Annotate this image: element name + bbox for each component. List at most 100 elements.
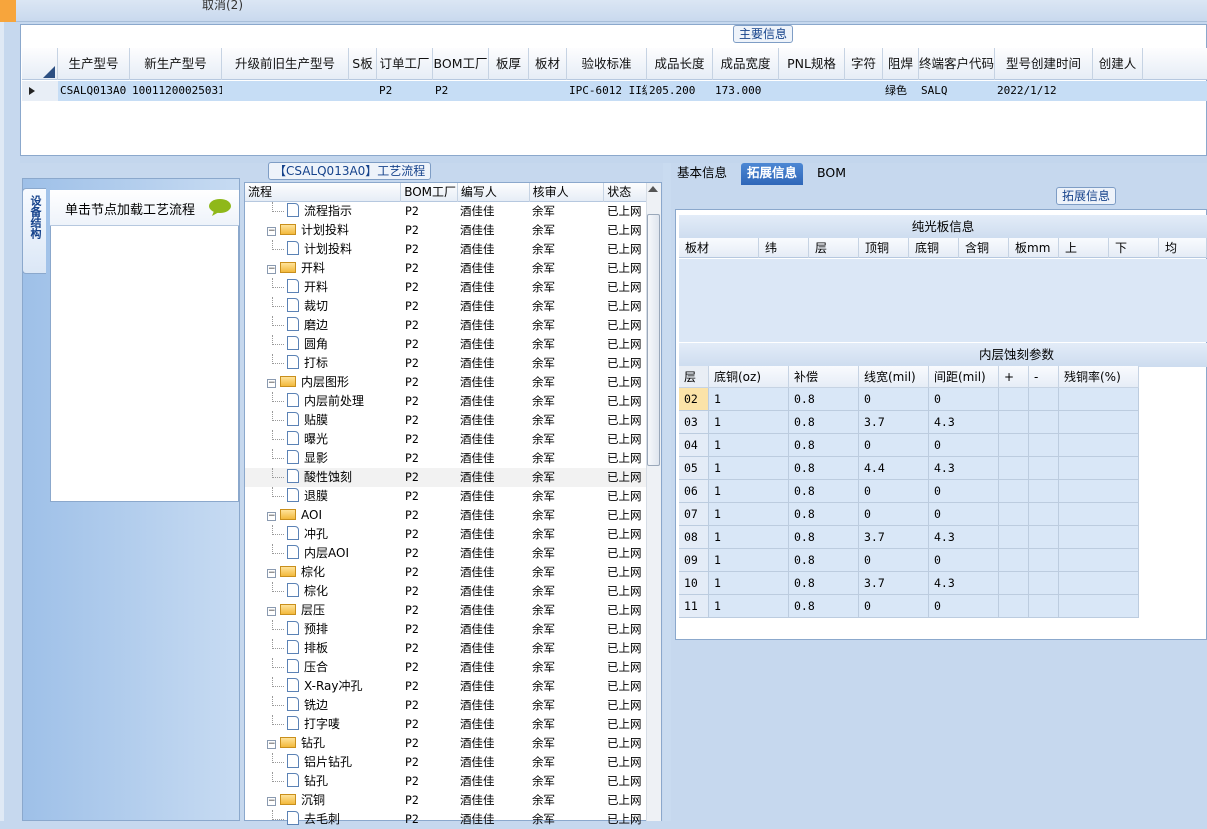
etch-cell[interactable]: 1	[709, 480, 789, 503]
tree-row[interactable]: 打标 P2 酒佳佳 余军 已上网	[245, 354, 647, 373]
etch-cell[interactable]	[1059, 480, 1139, 503]
plain-col-header[interactable]: 板材	[679, 238, 759, 258]
etch-cell[interactable]: 1	[709, 457, 789, 480]
etch-cell[interactable]: 3.7	[859, 572, 929, 595]
main-cell[interactable]: 173.000	[713, 81, 779, 101]
etch-cell[interactable]	[999, 526, 1029, 549]
etch-cell[interactable]	[999, 411, 1029, 434]
tree-node[interactable]: 裁切	[245, 297, 402, 316]
etch-cell[interactable]: 1	[709, 503, 789, 526]
etch-cell[interactable]: 0	[929, 549, 999, 572]
etch-cell[interactable]	[1029, 595, 1059, 618]
tree-node[interactable]: 棕化	[245, 582, 402, 601]
main-cell[interactable]	[489, 81, 529, 101]
main-col-header[interactable]: 创建人	[1093, 48, 1143, 80]
etch-cell[interactable]	[999, 572, 1029, 595]
tree-node[interactable]: − 钻孔	[245, 734, 402, 753]
etch-cell[interactable]	[1029, 549, 1059, 572]
etch-cell[interactable]: 1	[709, 434, 789, 457]
tree-node[interactable]: 开料	[245, 278, 402, 297]
etch-cell[interactable]: 0	[929, 434, 999, 457]
tree-row[interactable]: 圆角 P2 酒佳佳 余军 已上网	[245, 335, 647, 354]
tree-node[interactable]: 钻孔	[245, 772, 402, 791]
horizontal-splitter[interactable]	[20, 156, 1207, 163]
etch-cell[interactable]: 1	[709, 388, 789, 411]
main-cell[interactable]	[779, 81, 845, 101]
cancel-label[interactable]: 取消(2)	[202, 0, 243, 13]
main-cell[interactable]: 205.200	[647, 81, 713, 101]
tree-row[interactable]: 退膜 P2 酒佳佳 余军 已上网	[245, 487, 647, 506]
etch-cell[interactable]: 0.8	[789, 503, 859, 526]
tree-node[interactable]: − 内层图形	[245, 373, 402, 392]
tree-row[interactable]: 曝光 P2 酒佳佳 余军 已上网	[245, 430, 647, 449]
main-cell[interactable]	[1093, 81, 1143, 101]
main-cell[interactable]: P2	[433, 81, 489, 101]
tree-row[interactable]: X-Ray冲孔 P2 酒佳佳 余军 已上网	[245, 677, 647, 696]
etch-cell[interactable]	[1029, 457, 1059, 480]
tree-row[interactable]: 棕化 P2 酒佳佳 余军 已上网	[245, 582, 647, 601]
tree-node[interactable]: 显影	[245, 449, 402, 468]
main-cell[interactable]	[349, 81, 377, 101]
tree-node[interactable]: − 层压	[245, 601, 402, 620]
etch-cell[interactable]: 3.7	[859, 411, 929, 434]
etch-cell[interactable]: 1	[709, 595, 789, 618]
tree-node[interactable]: 排板	[245, 639, 402, 658]
etch-col-header[interactable]: 残铜率(%)	[1059, 366, 1139, 388]
etch-cell[interactable]: 0	[929, 480, 999, 503]
tree-node[interactable]: 冲孔	[245, 525, 402, 544]
etch-cell[interactable]	[999, 434, 1029, 457]
main-cell[interactable]: 绿色	[883, 81, 919, 101]
main-col-header[interactable]: BOM工厂	[433, 48, 489, 80]
etch-row[interactable]: 10 1 0.8 3.7 4.3	[679, 572, 1139, 595]
tree-row[interactable]: − 层压 P2 酒佳佳 余军 已上网	[245, 601, 647, 620]
etch-col-header[interactable]: -	[1029, 366, 1059, 388]
etch-cell[interactable]: 0.8	[789, 480, 859, 503]
etch-cell[interactable]	[1029, 480, 1059, 503]
collapse-icon[interactable]: −	[267, 379, 276, 388]
etch-cell[interactable]	[1029, 411, 1059, 434]
etch-cell[interactable]: 0	[929, 503, 999, 526]
tree-col-header[interactable]: 编写人	[458, 183, 530, 202]
tree-node[interactable]: 计划投料	[245, 240, 402, 259]
etch-col-header[interactable]: 补偿	[789, 366, 859, 388]
etch-cell[interactable]	[1029, 388, 1059, 411]
etch-cell[interactable]	[999, 503, 1029, 526]
main-col-header[interactable]: 生产型号	[58, 48, 130, 80]
etch-cell[interactable]: 0.8	[789, 457, 859, 480]
tree-row[interactable]: 铝片钻孔 P2 酒佳佳 余军 已上网	[245, 753, 647, 772]
etch-row[interactable]: 05 1 0.8 4.4 4.3	[679, 457, 1139, 480]
tree-col-header[interactable]: 状态	[604, 183, 647, 202]
etch-cell[interactable]	[999, 595, 1029, 618]
main-cell[interactable]: 2022/1/12	[995, 81, 1093, 101]
etch-col-header[interactable]: 层	[679, 366, 709, 388]
etch-cell[interactable]: 4.4	[859, 457, 929, 480]
tree-node[interactable]: − 计划投料	[245, 221, 402, 240]
etch-row[interactable]: 07 1 0.8 0 0	[679, 503, 1139, 526]
tree-col-header[interactable]: 流程	[245, 183, 402, 202]
tree-row[interactable]: 计划投料 P2 酒佳佳 余军 已上网	[245, 240, 647, 259]
tree-row[interactable]: 钻孔 P2 酒佳佳 余军 已上网	[245, 772, 647, 791]
tree-node[interactable]: − 沉铜	[245, 791, 402, 810]
main-col-header[interactable]: 新生产型号	[130, 48, 222, 80]
tree-node[interactable]: 磨边	[245, 316, 402, 335]
plain-col-header[interactable]: 下	[1109, 238, 1159, 258]
etch-cell[interactable]: 4.3	[929, 411, 999, 434]
tree-node[interactable]: − AOI	[245, 506, 402, 525]
tree-node[interactable]: 铣边	[245, 696, 402, 715]
etch-cell[interactable]: 4.3	[929, 572, 999, 595]
main-cell[interactable]: IPC-6012 II级	[567, 81, 647, 101]
collapse-icon[interactable]: −	[267, 227, 276, 236]
main-col-header[interactable]: 升级前旧生产型号	[222, 48, 349, 80]
main-cell[interactable]	[845, 81, 883, 101]
etch-cell[interactable]: 0	[859, 503, 929, 526]
tree-node[interactable]: 内层前处理	[245, 392, 402, 411]
main-col-header[interactable]: PNL规格	[779, 48, 845, 80]
plain-col-header[interactable]: 含铜	[959, 238, 1009, 258]
tree-row[interactable]: 流程指示 P2 酒佳佳 余军 已上网	[245, 202, 647, 221]
main-cell[interactable]	[222, 81, 349, 101]
etch-row[interactable]: 11 1 0.8 0 0	[679, 595, 1139, 618]
etch-cell[interactable]	[1059, 457, 1139, 480]
tree-row[interactable]: 打字唛 P2 酒佳佳 余军 已上网	[245, 715, 647, 734]
main-col-header[interactable]: 字符	[845, 48, 883, 80]
tree-col-header[interactable]: 核审人	[530, 183, 605, 202]
